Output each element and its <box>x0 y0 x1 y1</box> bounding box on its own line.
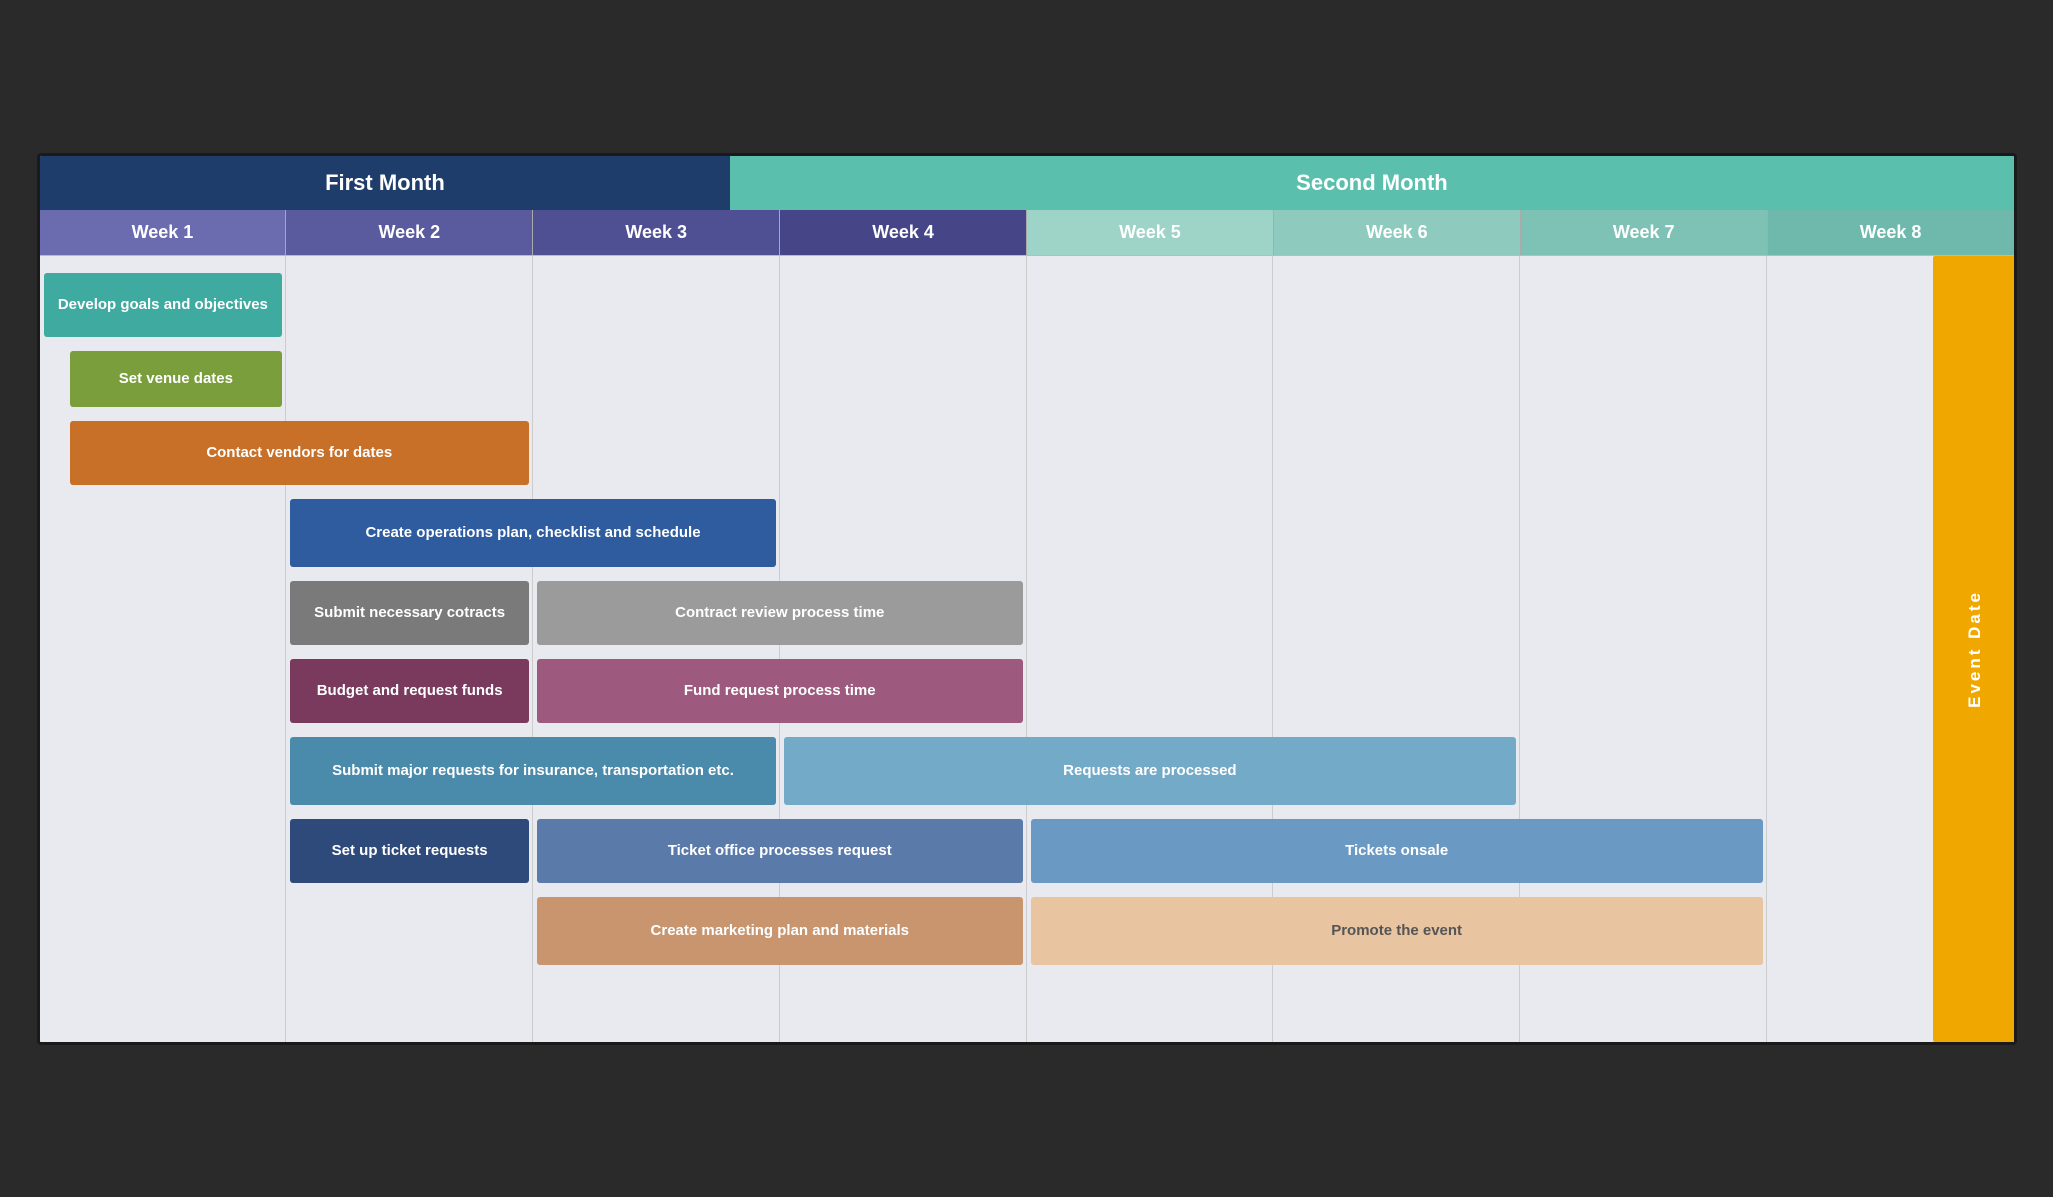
task-contract-review: Contract review process time <box>533 579 1027 647</box>
task-row-4: Create operations plan, checklist and sc… <box>40 497 2014 569</box>
task-row-8: Set up ticket requests Ticket office pro… <box>40 817 2014 885</box>
week-7-header: Week 7 <box>1521 210 1768 255</box>
task-requests-processed: Requests are processed <box>780 735 1520 807</box>
month-header-row: First Month Second Month <box>40 156 2014 210</box>
week-header-row: Week 1 Week 2 Week 3 Week 4 Week 5 Week … <box>40 210 2014 256</box>
event-date-label: Event Date <box>1965 590 1985 708</box>
week-3-header: Week 3 <box>533 210 780 255</box>
task-operations-plan: Create operations plan, checklist and sc… <box>286 497 780 569</box>
bottom-spacer <box>40 977 2014 1027</box>
task-row-5: Submit necessary cotracts Contract revie… <box>40 579 2014 647</box>
task-rows: Develop goals and objectives Set venue d… <box>40 256 2014 1042</box>
task-ticket-office: Ticket office processes request <box>533 817 1027 885</box>
task-submit-contracts: Submit necessary cotracts <box>286 579 533 647</box>
gantt-chart: First Month Second Month Week 1 Week 2 W… <box>37 153 2017 1045</box>
event-date-bar: Event Date <box>1933 256 2017 1042</box>
week-5-header: Week 5 <box>1027 210 1274 255</box>
task-set-venue: Set venue dates <box>40 349 287 409</box>
task-row-2: Set venue dates <box>40 349 2014 409</box>
task-contact-vendors: Contact vendors for dates <box>40 419 534 487</box>
second-month-header: Second Month <box>730 156 2013 210</box>
task-submit-major: Submit major requests for insurance, tra… <box>286 735 780 807</box>
task-row-3: Contact vendors for dates <box>40 419 2014 487</box>
task-row-6: Budget and request funds Fund request pr… <box>40 657 2014 725</box>
week-4-header: Week 4 <box>780 210 1027 255</box>
first-month-header: First Month <box>40 156 731 210</box>
week-1-header: Week 1 <box>40 210 287 255</box>
task-fund-request: Fund request process time <box>533 657 1027 725</box>
task-row-1: Develop goals and objectives <box>40 271 2014 339</box>
week-6-header: Week 6 <box>1274 210 1521 255</box>
task-row-7: Submit major requests for insurance, tra… <box>40 735 2014 807</box>
task-marketing-plan: Create marketing plan and materials <box>533 895 1027 967</box>
task-row-9: Create marketing plan and materials Prom… <box>40 895 2014 967</box>
week-2-header: Week 2 <box>286 210 533 255</box>
task-budget-funds: Budget and request funds <box>286 657 533 725</box>
week-8-header: Week 8 <box>1768 210 2014 255</box>
task-ticket-requests: Set up ticket requests <box>286 817 533 885</box>
task-tickets-onsale: Tickets onsale <box>1027 817 1767 885</box>
task-develop-goals: Develop goals and objectives <box>40 271 287 339</box>
task-promote-event: Promote the event <box>1027 895 1767 967</box>
